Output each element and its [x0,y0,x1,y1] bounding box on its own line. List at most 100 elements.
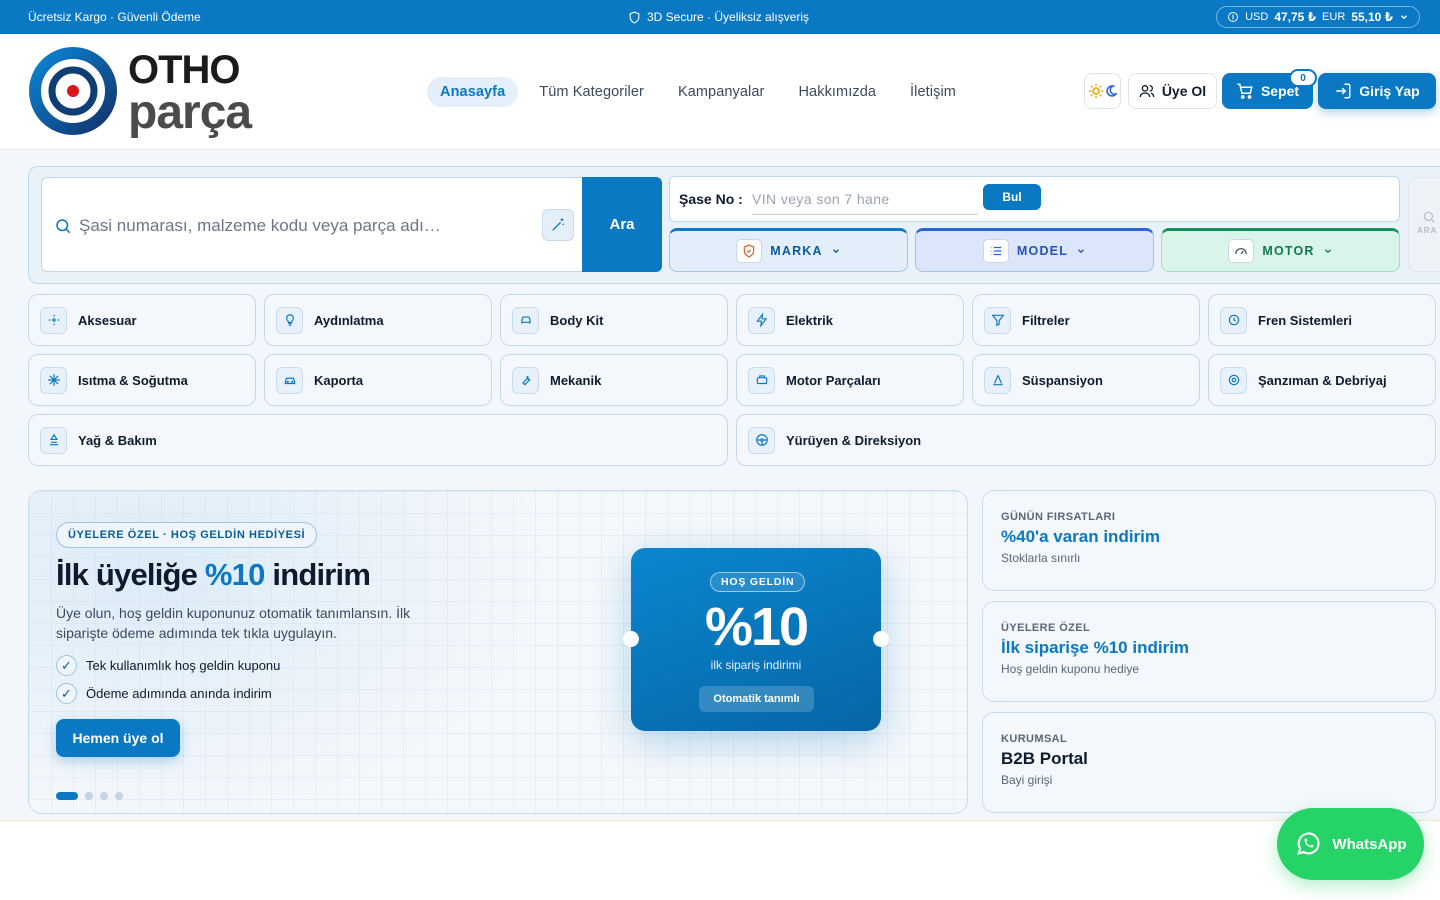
brand-logo[interactable]: OTHO parça [28,46,298,138]
eur-value: 55,10 ₺ [1351,10,1393,24]
site-header: OTHO parça Anasayfa Tüm Kategoriler Kamp… [0,34,1440,150]
top-announcement-bar: Ücretsiz Kargo · Güvenli Ödeme 3D Secure… [0,0,1440,34]
vin-label: Şase No : [679,191,743,207]
category-aksesuar[interactable]: Aksesuar [28,294,256,346]
search-field[interactable]: Şasi numarası, malzeme kodu veya parça a… [41,177,583,272]
theme-toggle[interactable] [1084,73,1121,109]
carousel-dot[interactable] [115,792,123,800]
shield-icon [629,11,640,24]
category-label: Kaporta [314,372,364,388]
model-selector[interactable]: MODEL [915,228,1154,272]
category-label: Yağ & Bakım [78,432,157,448]
vin-input[interactable]: VIN veya son 7 hane [752,189,978,215]
chevron-down-icon [1078,249,1085,254]
promo-subtitle: Hoş geldin kuponu hediye [1001,662,1140,676]
search-input[interactable]: Şasi numarası, malzeme kodu veya parça a… [79,216,441,236]
carousel-dot[interactable] [85,792,93,800]
ghost-search-button[interactable]: ARA [1408,177,1440,272]
category-elektrik[interactable]: Elektrik [736,294,964,346]
secure-info: 3D Secure · Üyeliksiz alışveriş [628,10,809,24]
gear-icon [1220,366,1247,394]
brake-icon [1220,306,1247,334]
vin-find-button[interactable]: Bul [983,184,1041,210]
coupon-subtitle: ilk sipariş indirimi [710,658,802,672]
section-divider [0,820,1440,821]
coin-icon [1228,12,1239,22]
category-mekanik[interactable]: Mekanik [500,354,728,406]
promo-card-members[interactable]: ÜYELERE ÖZEL İlk siparişe %10 indirim Ho… [982,601,1436,702]
bolt-icon [748,306,775,334]
category-yağ-bakım[interactable]: Yağ & Bakım [28,414,728,466]
whatsapp-button[interactable]: WhatsApp [1277,808,1424,880]
nav-about[interactable]: Hakkımızda [785,77,889,107]
category-yürüyen-direksiyon[interactable]: Yürüyen & Direksiyon [736,414,1436,466]
nav-contact[interactable]: İletişim [897,77,969,107]
car-front-icon [512,306,539,334]
category-isıtma-soğutma[interactable]: Isıtma & Soğutma [28,354,256,406]
currency-selector[interactable]: USD 47,75 ₺ EUR 55,10 ₺ [1216,6,1420,28]
brand-shield-icon [736,239,763,263]
category-motor-parçaları[interactable]: Motor Parçaları [736,354,964,406]
ghost-search-label: ARA [1417,226,1438,235]
magic-wand-icon [552,218,564,231]
hero-title-post: indirim [264,557,371,592]
category-label: Mekanik [550,372,602,388]
cart-count-badge: 0 [1289,69,1317,87]
category-label: Şanzıman & Debriyaj [1258,372,1387,388]
promo-card-deals[interactable]: GÜNÜN FIRSATLARI %40'a varan indirim Sto… [982,490,1436,591]
nav-home[interactable]: Anasayfa [427,77,519,107]
suspension-icon [984,366,1011,394]
carousel-dot[interactable] [100,792,108,800]
category-label: Aksesuar [78,312,137,328]
hero-title-highlight: %10 [204,557,265,592]
cart-icon [1237,83,1253,99]
promo-title: İlk siparişe %10 indirim [1001,638,1190,657]
promo-card-b2b[interactable]: KURUMSAL B2B Portal Bayi girişi [982,712,1436,813]
main-nav: Anasayfa Tüm Kategoriler Kampanyalar Hak… [427,77,969,107]
logo-text-line2: parça [128,86,252,138]
login-label: Giriş Yap [1359,83,1420,99]
coupon-value: %10 [704,597,809,657]
model-label: MODEL [1016,244,1069,258]
brand-selector[interactable]: MARKA [669,228,908,272]
chevron-down-icon [1324,249,1331,254]
category-body-kit[interactable]: Body Kit [500,294,728,346]
filter-icon [984,306,1011,334]
signup-label: Üye Ol [1161,83,1207,99]
engine-selector[interactable]: MOTOR [1161,228,1400,272]
carousel-dots [56,792,123,800]
category-label: Elektrik [786,312,833,328]
check-label: Ödeme adımında anında indirim [86,686,272,701]
signup-button[interactable]: Üye Ol [1128,73,1217,109]
gauge-icon [1228,239,1255,263]
promo-subtitle: Stoklarla sınırlı [1001,551,1081,565]
promo-title: %40'a varan indirim [1001,527,1161,546]
hero-title-pre: İlk üyeliğe [56,557,205,592]
eur-label: EUR [1322,11,1346,23]
nav-all-categories[interactable]: Tüm Kategoriler [526,77,657,107]
promo-kicker: GÜNÜN FIRSATLARI [1001,511,1116,523]
search-button[interactable]: Ara [582,177,662,272]
promo-kicker: KURUMSAL [1001,733,1068,745]
coupon-tag: HOŞ GELDİN [710,572,806,592]
category-süspansiyon[interactable]: Süspansiyon [972,354,1200,406]
category-fren-sistemleri[interactable]: Fren Sistemleri [1208,294,1436,346]
category-aydınlatma[interactable]: Aydınlatma [264,294,492,346]
whatsapp-label: WhatsApp [1332,835,1407,853]
nav-campaigns[interactable]: Kampanyalar [665,77,778,107]
category-filtreler[interactable]: Filtreler [972,294,1200,346]
steering-icon [748,426,775,454]
chevron-down-icon [1401,15,1407,20]
magic-wand-button[interactable] [542,209,574,241]
category-şanzıman-debriyaj[interactable]: Şanzıman & Debriyaj [1208,354,1436,406]
search-icon [56,219,71,234]
signup-cta-button[interactable]: Hemen üye ol [56,719,180,757]
login-button[interactable]: Giriş Yap [1318,73,1436,109]
hero-title: İlk üyeliğe %10 indirim [56,557,371,593]
category-kaporta[interactable]: Kaporta [264,354,492,406]
category-label: Fren Sistemleri [1258,312,1352,328]
hero-check-2: ✓ Ödeme adımında anında indirim [56,683,272,704]
carousel-dot[interactable] [56,792,78,800]
check-icon: ✓ [56,655,77,676]
category-label: Motor Parçaları [786,372,881,388]
